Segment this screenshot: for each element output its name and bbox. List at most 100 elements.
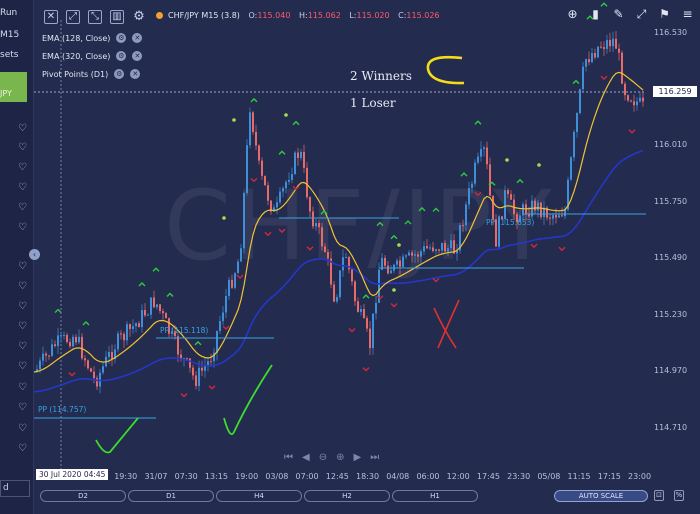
candle-body bbox=[42, 353, 44, 361]
active-chart-tile[interactable]: JPY bbox=[0, 72, 27, 102]
zoom-in-icon[interactable]: ⊕ bbox=[336, 452, 344, 463]
candle-body bbox=[558, 215, 560, 218]
candle-body bbox=[639, 97, 641, 102]
settings-icon[interactable]: ⚙ bbox=[132, 10, 146, 24]
candle-body bbox=[264, 175, 266, 186]
candle-body bbox=[570, 157, 572, 180]
heart-icon[interactable]: ♡ bbox=[18, 124, 27, 134]
shrink-icon[interactable]: ⤡ bbox=[88, 10, 102, 24]
remove-icon[interactable]: ✕ bbox=[132, 33, 143, 43]
gear-icon[interactable]: ⚙ bbox=[114, 69, 125, 79]
heart-icon[interactable]: ♡ bbox=[18, 143, 27, 153]
draw-icon[interactable]: ✎ bbox=[612, 8, 625, 21]
candle-body bbox=[630, 100, 632, 102]
candle-body bbox=[84, 358, 86, 361]
check-mark-1 bbox=[95, 417, 139, 454]
candle-body bbox=[69, 342, 71, 347]
candle-body bbox=[345, 257, 347, 259]
candle-body bbox=[597, 46, 599, 58]
close-x-icon[interactable]: ✕ bbox=[44, 10, 58, 24]
timeframe-h2-button[interactable]: H2 bbox=[304, 490, 390, 502]
remove-icon[interactable]: ✕ bbox=[130, 69, 141, 79]
candle-body bbox=[618, 48, 620, 53]
heart-icon[interactable]: ♡ bbox=[18, 403, 27, 413]
heart-icon[interactable]: ♡ bbox=[18, 342, 27, 352]
price-tick: 114.710 bbox=[654, 423, 688, 432]
candle-body bbox=[426, 246, 428, 249]
buy-signal-marker bbox=[82, 321, 90, 326]
candle-body bbox=[141, 310, 143, 328]
sell-signal-marker bbox=[68, 372, 76, 377]
timeframe-d2-button[interactable]: D2 bbox=[40, 490, 126, 502]
remove-icon[interactable]: ✕ bbox=[132, 51, 143, 61]
scroll-left-icon[interactable]: ◀ bbox=[302, 452, 310, 463]
expand-icon[interactable]: ⤢ bbox=[66, 10, 80, 24]
heart-icon[interactable]: ♡ bbox=[18, 163, 27, 173]
candle-body bbox=[294, 152, 296, 175]
scroll-right-icon[interactable]: ▶ bbox=[353, 452, 361, 463]
heart-icon[interactable]: ♡ bbox=[18, 383, 27, 393]
candle-body bbox=[429, 247, 431, 249]
candle-body bbox=[444, 242, 446, 252]
candle-body bbox=[150, 297, 152, 315]
symbol-name[interactable]: CHF/JPY M15 (3.8) bbox=[168, 11, 240, 20]
candle-body bbox=[297, 152, 299, 159]
heart-icon[interactable]: ♡ bbox=[18, 444, 27, 454]
candle-body bbox=[573, 132, 575, 158]
timeframe-h1-button[interactable]: H1 bbox=[392, 490, 478, 502]
candle-body bbox=[57, 335, 59, 347]
rail-bottom-select[interactable]: d bbox=[0, 480, 30, 497]
time-tick: 05/08 bbox=[537, 472, 561, 481]
time-tick: 04/08 bbox=[386, 472, 410, 481]
candle-body bbox=[108, 351, 110, 357]
candle-body bbox=[336, 296, 338, 302]
timeframe-d1-button[interactable]: D1 bbox=[128, 490, 214, 502]
bar-chart-icon[interactable]: ▮ bbox=[589, 8, 602, 21]
sell-signal-marker bbox=[222, 325, 230, 331]
candle-body bbox=[96, 378, 98, 387]
heart-icon[interactable]: ♡ bbox=[18, 262, 27, 272]
signal-dot bbox=[505, 158, 509, 162]
candle-body bbox=[267, 185, 269, 201]
candle-body bbox=[357, 301, 359, 312]
candle-body bbox=[189, 358, 191, 368]
indicator-label: Pivot Points (D1) bbox=[42, 69, 109, 79]
heart-icon[interactable]: ♡ bbox=[18, 203, 27, 213]
trash-icon[interactable]: ▥ bbox=[110, 10, 124, 24]
log-scale-icon[interactable]: % bbox=[674, 490, 684, 501]
zoom-out-icon[interactable]: ⊖ bbox=[319, 452, 327, 463]
chart-panel[interactable]: CHF/JPY PP (114.757) PP (115.118) PP (115.… bbox=[34, 0, 700, 514]
time-tick: 18:30 bbox=[356, 472, 380, 481]
candle-body bbox=[480, 149, 482, 157]
timeframe-h4-button[interactable]: H4 bbox=[216, 490, 302, 502]
resize-icon[interactable]: ⤢ bbox=[635, 8, 648, 21]
scroll-start-icon[interactable]: ⏮ bbox=[284, 452, 293, 463]
candle-body bbox=[156, 304, 158, 308]
auto-scale-button[interactable]: AUTO SCALE bbox=[554, 490, 648, 502]
heart-icon[interactable]: ♡ bbox=[18, 282, 27, 292]
heart-icon[interactable]: ♡ bbox=[18, 302, 27, 312]
candle-body bbox=[354, 281, 356, 302]
candle-body bbox=[219, 320, 221, 331]
candle-body bbox=[510, 194, 512, 200]
heart-icon[interactable]: ♡ bbox=[18, 362, 27, 372]
signal-dot bbox=[222, 216, 226, 220]
sell-signal-marker bbox=[348, 328, 356, 333]
candle-body bbox=[642, 97, 644, 102]
rail-item-run[interactable]: Run bbox=[0, 8, 17, 18]
candle-body bbox=[327, 251, 329, 259]
gear-icon[interactable]: ⚙ bbox=[116, 33, 127, 43]
scroll-end-icon[interactable]: ⏭ bbox=[370, 452, 379, 463]
crosshair-icon[interactable]: ⊕ bbox=[566, 8, 579, 21]
lock-icon[interactable]: ⊡ bbox=[654, 490, 664, 501]
heart-icon[interactable]: ♡ bbox=[18, 183, 27, 193]
rail-item-timeframe[interactable]: M15 bbox=[0, 30, 19, 40]
heart-icon[interactable]: ♡ bbox=[18, 322, 27, 332]
heart-icon[interactable]: ♡ bbox=[18, 223, 27, 233]
buy-signal-marker bbox=[600, 2, 608, 7]
candle-body bbox=[591, 53, 593, 63]
gear-icon[interactable]: ⚙ bbox=[116, 51, 127, 61]
heart-icon[interactable]: ♡ bbox=[18, 424, 27, 434]
rail-item-sets[interactable]: sets bbox=[0, 50, 18, 60]
candle-body bbox=[585, 59, 587, 67]
